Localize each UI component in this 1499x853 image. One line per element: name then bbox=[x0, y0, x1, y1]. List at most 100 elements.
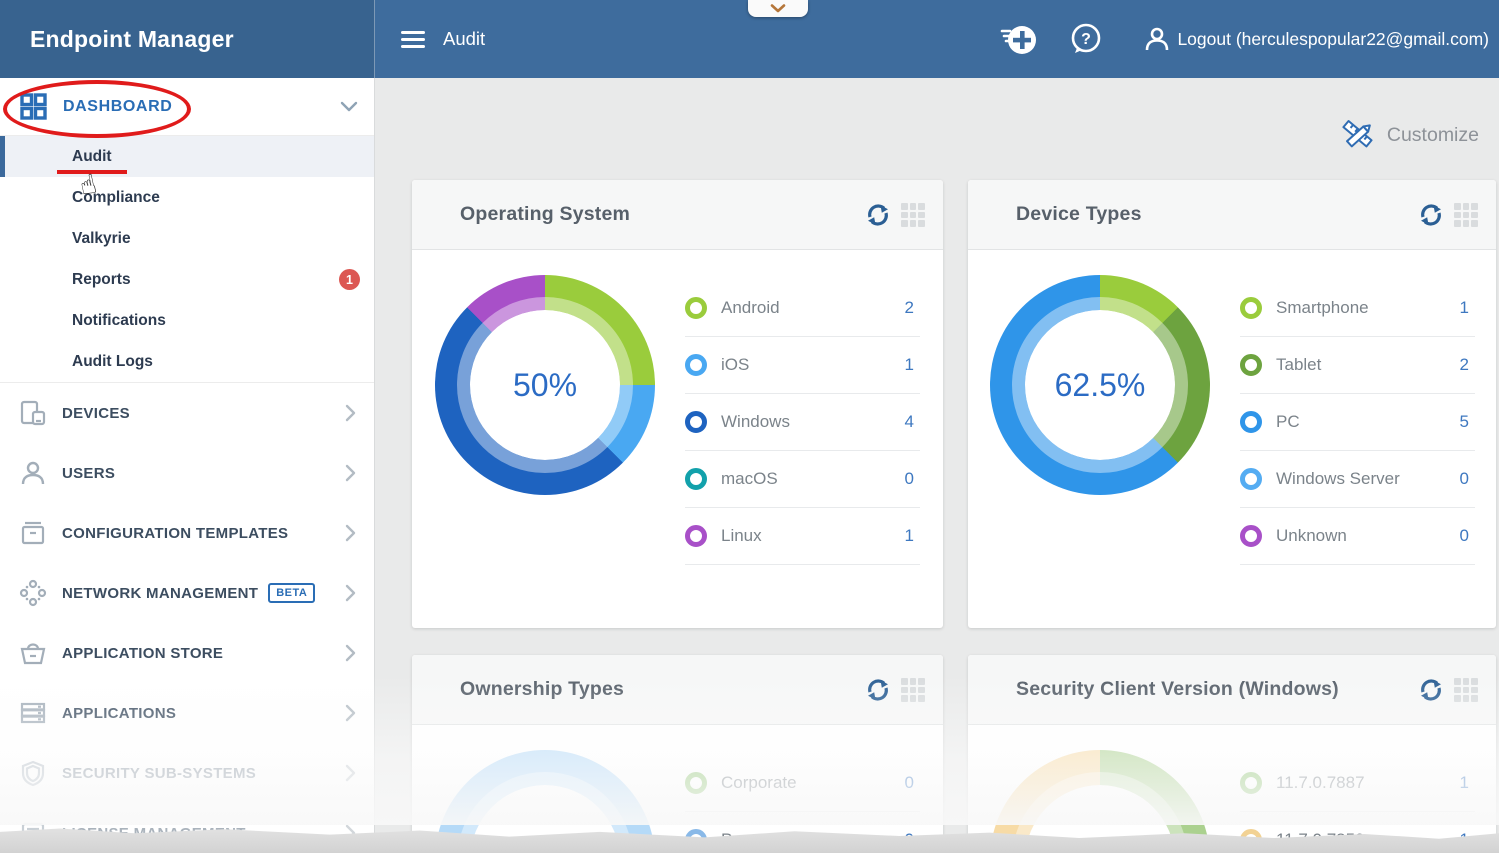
chevron-right-icon bbox=[345, 584, 356, 602]
legend: Smartphone 1 Tablet 2 PC 5 bbox=[1240, 280, 1475, 565]
dashboard-content: Customize Operating System bbox=[375, 78, 1499, 853]
legend-label: Corporate bbox=[721, 773, 905, 793]
refresh-icon[interactable] bbox=[865, 677, 891, 703]
legend-label: 11.7.0.7859 bbox=[1276, 830, 1460, 850]
legend: Corporate 0 Personal 0 bbox=[685, 755, 920, 853]
device-types-donut[interactable]: 62.5% bbox=[990, 275, 1210, 495]
legend-count: 2 bbox=[1460, 355, 1469, 375]
legend-item: 11.7.0.7859 1 bbox=[1240, 812, 1475, 853]
sidebar-item-dashboard[interactable]: DASHBOARD bbox=[0, 78, 374, 136]
legend-count: 0 bbox=[905, 773, 914, 793]
widget-ownership-types: Ownership Types bbox=[412, 655, 943, 853]
legend-label: Linux bbox=[721, 526, 905, 546]
refresh-icon[interactable] bbox=[1418, 202, 1444, 228]
sidebar-item-applications[interactable]: APPLICATIONS bbox=[0, 683, 374, 743]
chevron-down-icon bbox=[770, 4, 786, 13]
legend-ring bbox=[685, 297, 707, 319]
enroll-device-icon[interactable] bbox=[999, 22, 1037, 56]
legend-count: 5 bbox=[1460, 412, 1469, 432]
legend-ring bbox=[1240, 297, 1262, 319]
legend-count: 1 bbox=[905, 526, 914, 546]
legend-label: Android bbox=[721, 298, 905, 318]
legend-count: 1 bbox=[1460, 773, 1469, 793]
legend: 11.7.0.7887 1 11.7.0.7859 1 bbox=[1240, 755, 1475, 853]
legend-count: 0 bbox=[905, 830, 914, 850]
legend-item: Corporate 0 bbox=[685, 755, 920, 812]
chevron-right-icon bbox=[345, 524, 356, 542]
sidebar-item-security-sub-systems[interactable]: SECURITY SUB-SYSTEMS bbox=[0, 743, 374, 803]
sidebar-item-users[interactable]: USERS bbox=[0, 443, 374, 503]
sidebar-item-network-management[interactable]: NETWORK MANAGEMENT BETA bbox=[0, 563, 374, 623]
legend-count: 1 bbox=[1460, 298, 1469, 318]
sidebar-item-reports[interactable]: Reports 1 bbox=[0, 259, 374, 300]
refresh-icon[interactable] bbox=[1418, 677, 1444, 703]
sidebar-item-configuration-templates[interactable]: CONFIGURATION TEMPLATES bbox=[0, 503, 374, 563]
logout-link[interactable]: Logout (herculespopular22@gmail.com) bbox=[1177, 29, 1489, 50]
legend-label: 11.7.0.7887 bbox=[1276, 773, 1460, 793]
dashboard-icon bbox=[20, 93, 47, 120]
operating-system-donut[interactable]: 50% bbox=[435, 275, 655, 495]
legend-label: Windows bbox=[721, 412, 905, 432]
widget-title: Ownership Types bbox=[460, 678, 624, 701]
legend-item: iOS 1 bbox=[685, 337, 920, 394]
customize-icon bbox=[1340, 118, 1378, 152]
topbar-actions: ? Logout (herculespopular22@gmail.com) bbox=[999, 0, 1489, 78]
widget-body: 50% Android 2 iOS 1 Windows bbox=[412, 250, 943, 627]
sidebar-item-valkyrie[interactable]: Valkyrie bbox=[0, 218, 374, 259]
legend-ring bbox=[1240, 468, 1262, 490]
collapse-tab[interactable] bbox=[748, 0, 808, 17]
customize-button[interactable]: Customize bbox=[1340, 118, 1479, 152]
chevron-right-icon bbox=[345, 704, 356, 722]
network-icon bbox=[18, 579, 48, 607]
drag-handle-icon[interactable] bbox=[1454, 203, 1478, 227]
sidebar-item-audit-logs[interactable]: Audit Logs bbox=[0, 341, 374, 382]
legend-count: 2 bbox=[905, 298, 914, 318]
sidebar-item-license-management[interactable]: LICENSE MANAGEMENT bbox=[0, 803, 374, 853]
widget-device-types: Device Types 62.5% bbox=[968, 180, 1496, 628]
legend-ring bbox=[685, 829, 707, 851]
sidebar-item-devices[interactable]: DEVICES bbox=[0, 383, 374, 443]
drag-handle-icon[interactable] bbox=[901, 678, 925, 702]
legend-item: macOS 0 bbox=[685, 451, 920, 508]
legend-count: 0 bbox=[1460, 526, 1469, 546]
brand-title: Endpoint Manager bbox=[30, 26, 234, 53]
widget-body: 11.7.0.7887 1 11.7.0.7859 1 bbox=[968, 725, 1496, 852]
legend-item: Windows 4 bbox=[685, 394, 920, 451]
chevron-right-icon bbox=[345, 764, 356, 782]
reports-badge: 1 bbox=[339, 269, 360, 290]
legend-count: 0 bbox=[905, 469, 914, 489]
license-icon bbox=[18, 819, 48, 847]
beta-badge: BETA bbox=[268, 583, 315, 603]
donut-percent: 50% bbox=[513, 367, 577, 404]
widget-header: Security Client Version (Windows) bbox=[968, 655, 1496, 725]
widget-security-client-version: Security Client Version (Windows) bbox=[968, 655, 1496, 853]
sidebar-nav: DEVICES USERS bbox=[0, 382, 374, 853]
ownership-types-donut[interactable] bbox=[435, 750, 655, 853]
legend: Android 2 iOS 1 Windows 4 bbox=[685, 280, 920, 565]
widget-body: 62.5% Smartphone 1 Tablet 2 bbox=[968, 250, 1496, 627]
customize-label: Customize bbox=[1387, 124, 1479, 147]
topbar: Endpoint Manager Audit bbox=[0, 0, 1499, 78]
drag-handle-icon[interactable] bbox=[901, 203, 925, 227]
shield-icon bbox=[18, 759, 48, 787]
legend-label: iOS bbox=[721, 355, 905, 375]
sidebar-item-notifications[interactable]: Notifications bbox=[0, 300, 374, 341]
users-icon bbox=[18, 459, 48, 487]
legend-item: Personal 0 bbox=[685, 812, 920, 853]
drag-handle-icon[interactable] bbox=[1454, 678, 1478, 702]
security-client-version-donut[interactable] bbox=[990, 750, 1210, 853]
widget-header: Ownership Types bbox=[412, 655, 943, 725]
help-icon[interactable]: ? bbox=[1069, 22, 1103, 56]
legend-ring bbox=[685, 772, 707, 794]
legend-label: Tablet bbox=[1276, 355, 1460, 375]
legend-label: Smartphone bbox=[1276, 298, 1460, 318]
legend-item: Windows Server 0 bbox=[1240, 451, 1475, 508]
menu-icon[interactable] bbox=[401, 31, 425, 48]
sidebar-item-application-store[interactable]: APPLICATION STORE bbox=[0, 623, 374, 683]
legend-item: 11.7.0.7887 1 bbox=[1240, 755, 1475, 812]
legend-ring bbox=[685, 525, 707, 547]
widget-title: Device Types bbox=[1016, 203, 1142, 226]
refresh-icon[interactable] bbox=[865, 202, 891, 228]
sidebar-item-compliance[interactable]: Compliance bbox=[0, 177, 374, 218]
page-title: Audit bbox=[443, 28, 485, 50]
